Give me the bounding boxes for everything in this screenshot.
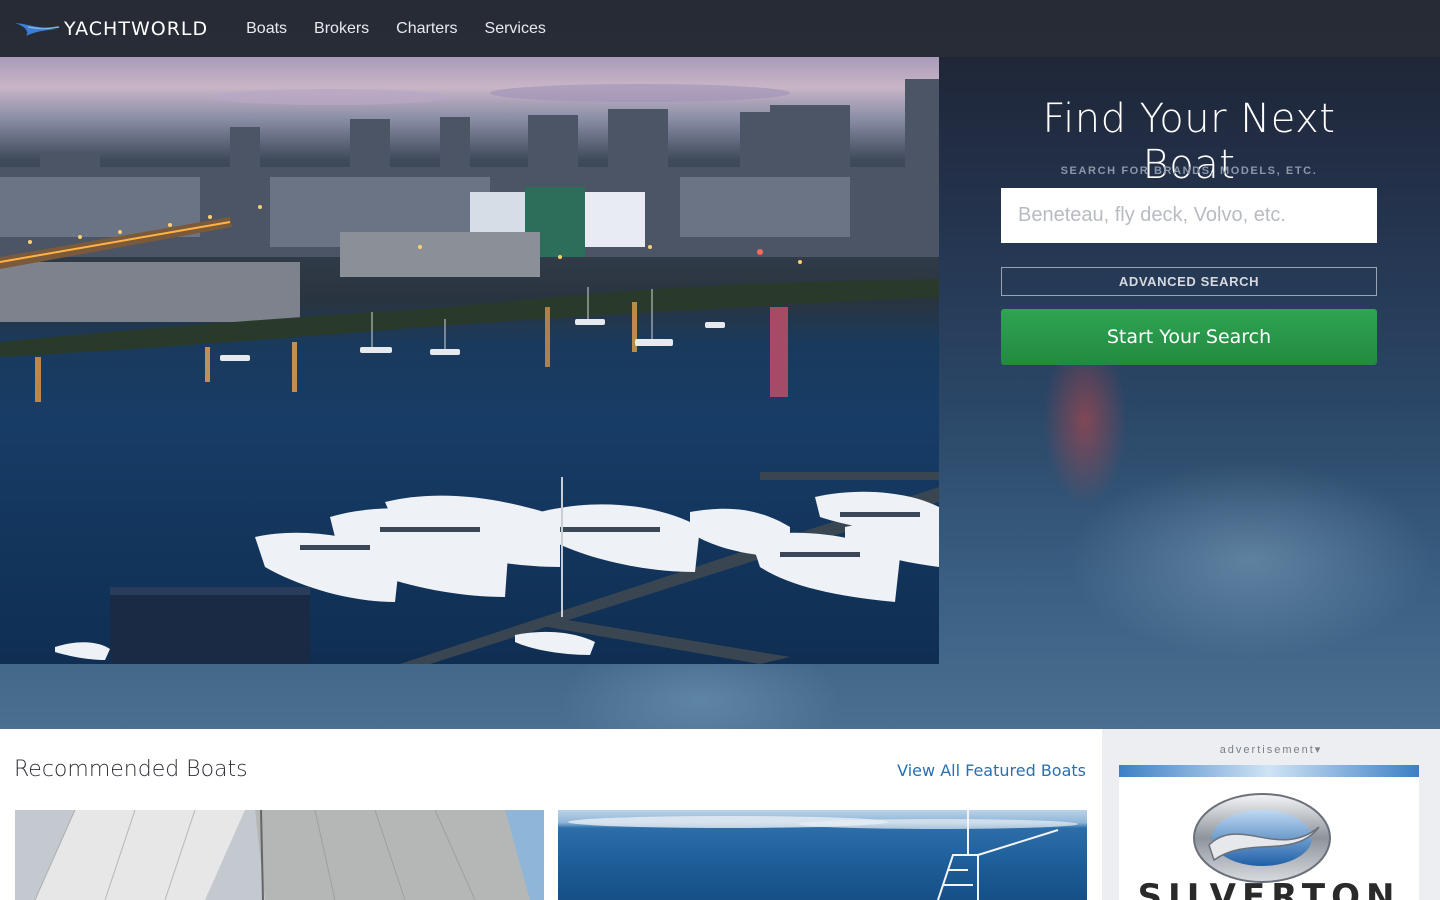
advanced-search-button[interactable]: ADVANCED SEARCH (1001, 267, 1377, 296)
boat-image-sailboat (15, 810, 544, 900)
search-input[interactable] (1001, 188, 1377, 243)
advertisement-banner[interactable]: SILVERTON (1119, 765, 1419, 900)
main-nav: Boats Brokers Charters Services (246, 20, 573, 38)
nav-item-brokers[interactable]: Brokers (314, 20, 369, 38)
site-logo[interactable]: YACHTWORLD (14, 18, 208, 40)
start-search-button[interactable]: Start Your Search (1001, 309, 1377, 365)
advertisement-column: advertisement▾ SILVERTON (1102, 729, 1440, 900)
ad-brand-text: SILVERTON (1137, 877, 1401, 900)
search-subtitle: SEARCH FOR BRANDS, MODELS, ETC. (1060, 165, 1318, 177)
section-title: Recommended Boats (14, 757, 248, 782)
recommended-section: Recommended Boats View All Featured Boat… (0, 729, 1102, 900)
top-navigation: YACHTWORLD Boats Brokers Charters Servic… (0, 0, 1440, 57)
view-all-featured-link[interactable]: View All Featured Boats (897, 761, 1086, 780)
hero-photo-marina (0, 57, 939, 664)
nav-item-services[interactable]: Services (485, 20, 546, 38)
nav-item-charters[interactable]: Charters (396, 20, 457, 38)
boat-card-sportfish[interactable] (558, 810, 1087, 900)
boat-image-sportfish (568, 810, 1078, 900)
nav-item-boats[interactable]: Boats (246, 20, 287, 38)
boat-card-sailboat[interactable] (15, 810, 544, 900)
swoosh-icon (14, 21, 60, 37)
advertisement-label[interactable]: advertisement▾ (1102, 743, 1440, 756)
hero: YACHTWORLD Boats Brokers Charters Servic… (0, 0, 1440, 729)
brand-name: YACHTWORLD (64, 17, 209, 40)
